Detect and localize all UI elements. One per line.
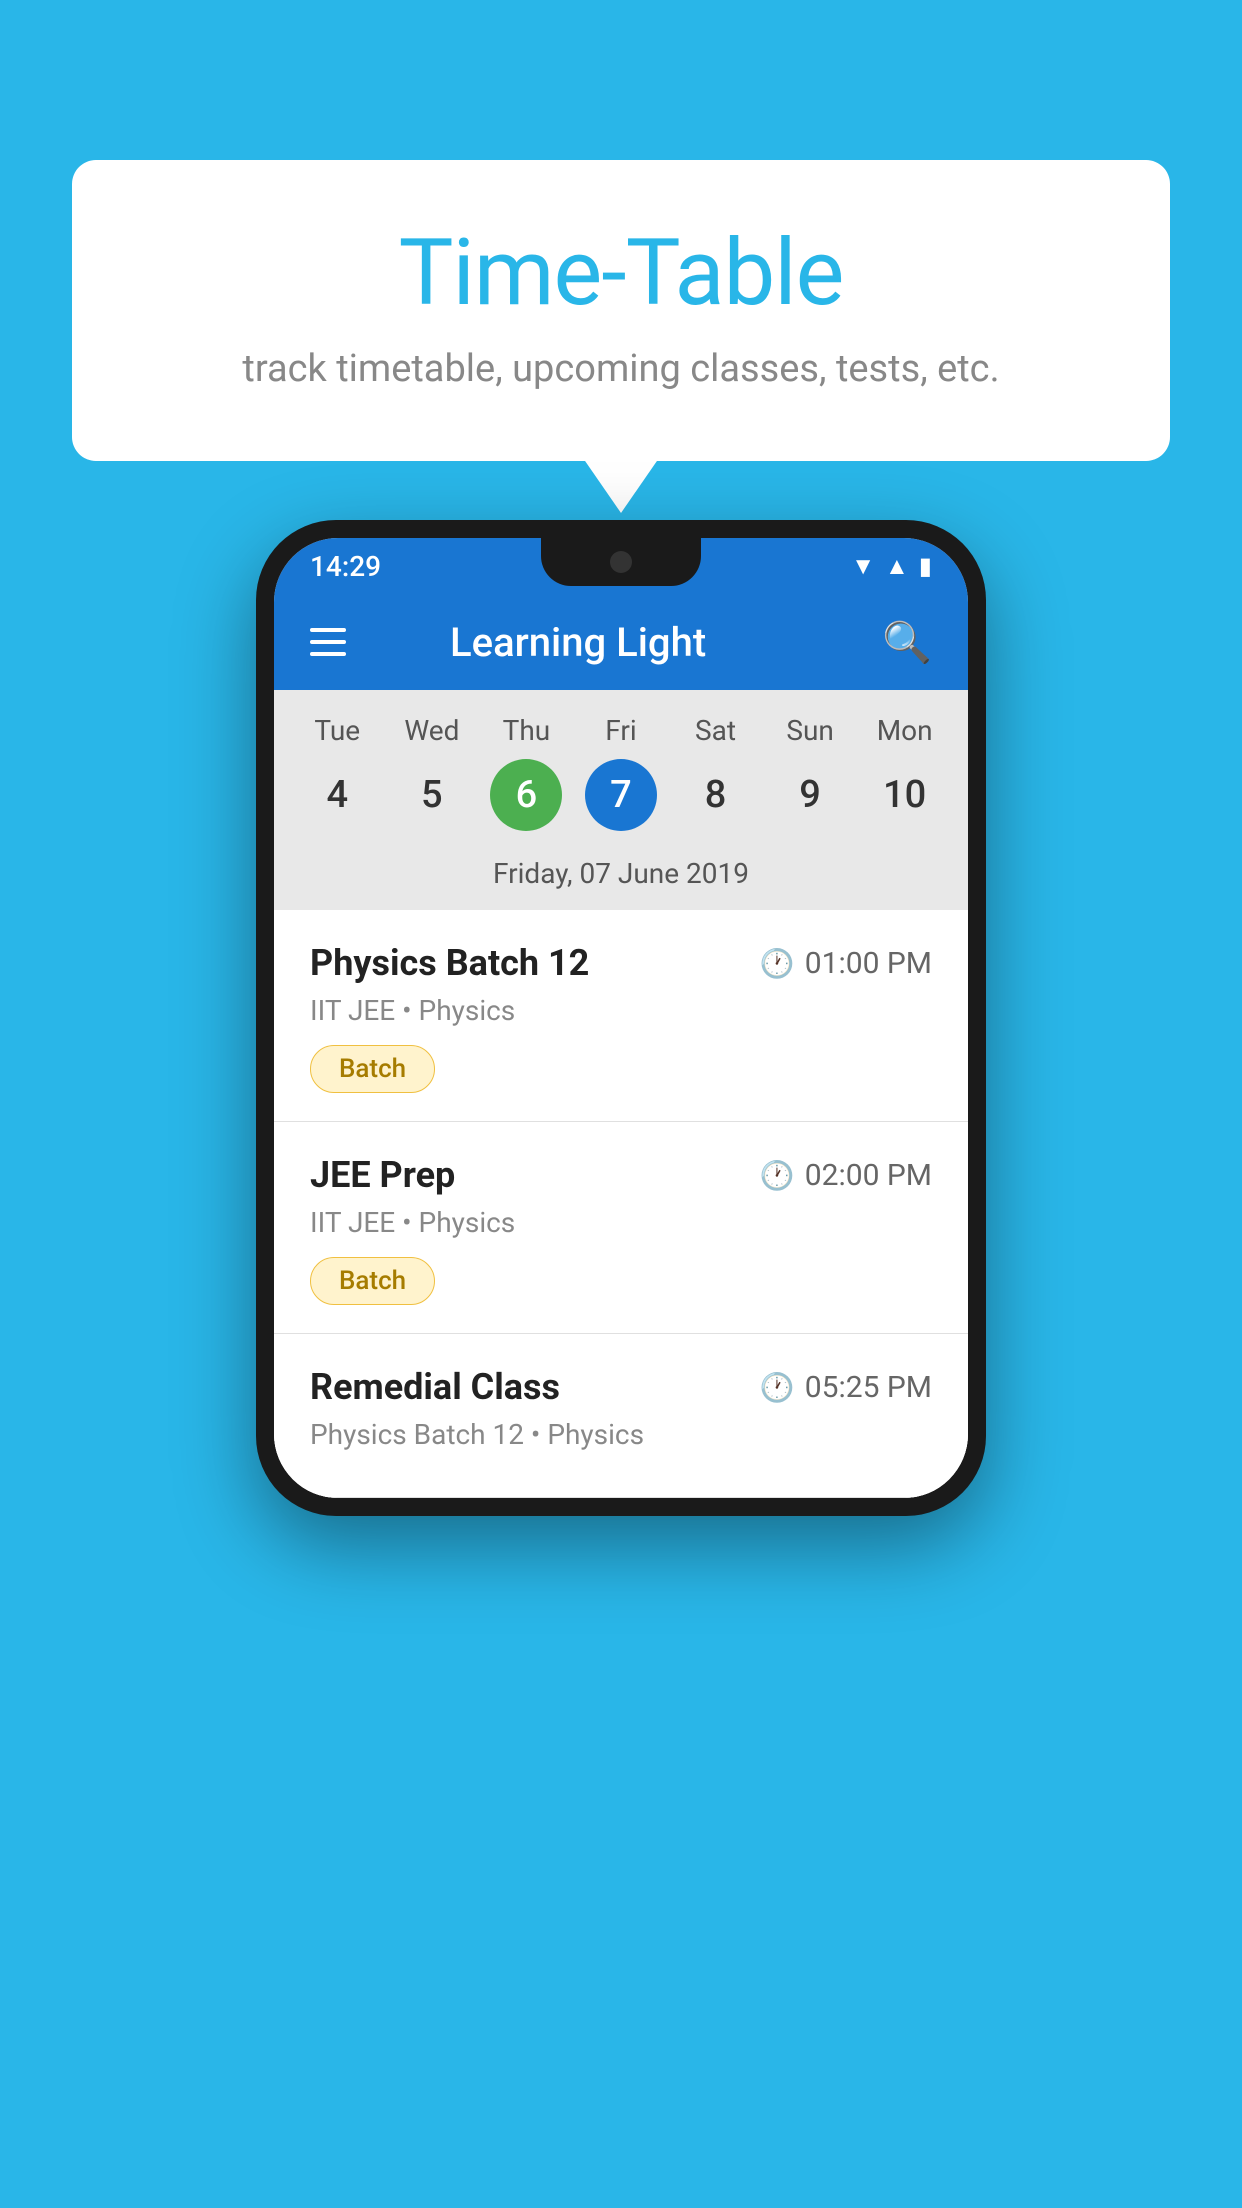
day-col[interactable]: Thu 6 — [482, 714, 570, 831]
batch-badge: Batch — [310, 1257, 435, 1305]
clock-icon: 🕐 — [760, 1371, 795, 1404]
day-number[interactable]: 10 — [869, 759, 941, 831]
day-col[interactable]: Mon 10 — [861, 714, 949, 831]
schedule-item-header: JEE Prep 🕐02:00 PM — [310, 1154, 932, 1196]
batch-badge: Batch — [310, 1045, 435, 1093]
day-name: Tue — [314, 714, 360, 747]
day-col[interactable]: Sun 9 — [766, 714, 854, 831]
day-number[interactable]: 6 — [490, 759, 562, 831]
search-icon[interactable]: 🔍 — [882, 619, 932, 666]
day-name: Mon — [877, 714, 933, 747]
schedule-subtitle: Physics Batch 12 • Physics — [310, 1418, 932, 1451]
schedule-time: 🕐05:25 PM — [760, 1370, 932, 1405]
day-col[interactable]: Fri 7 — [577, 714, 665, 831]
hamburger-menu-icon[interactable] — [310, 628, 346, 656]
status-time: 14:29 — [310, 550, 381, 583]
schedule-list: Physics Batch 12 🕐01:00 PM IIT JEE • Physi… — [274, 910, 968, 1498]
day-name: Thu — [503, 714, 551, 747]
schedule-item[interactable]: Remedial Class 🕐05:25 PM Physics Batch 12 … — [274, 1334, 968, 1498]
status-icons: ▼ ▲ ▮ — [851, 552, 932, 581]
bubble-subtitle: track timetable, upcoming classes, tests… — [122, 347, 1120, 391]
schedule-item[interactable]: JEE Prep 🕐02:00 PM IIT JEE • Physics Batch — [274, 1122, 968, 1334]
signal-icon: ▲ — [885, 552, 909, 581]
schedule-time: 🕐01:00 PM — [760, 946, 932, 981]
day-name: Sat — [695, 714, 736, 747]
phone-notch — [541, 538, 701, 586]
selected-date-label: Friday, 07 June 2019 — [274, 843, 968, 910]
calendar-section: Tue 4 Wed 5 Thu 6 Fri 7 Sat 8 Sun 9 Mon 10 Friday, 07… — [274, 690, 968, 910]
schedule-subtitle: IIT JEE • Physics — [310, 994, 932, 1027]
day-number[interactable]: 4 — [301, 759, 373, 831]
clock-icon: 🕐 — [760, 947, 795, 980]
day-number[interactable]: 5 — [396, 759, 468, 831]
camera-dot — [610, 551, 632, 573]
battery-icon: ▮ — [919, 552, 932, 580]
day-number[interactable]: 7 — [585, 759, 657, 831]
schedule-title: Physics Batch 12 — [310, 942, 589, 984]
schedule-time: 🕐02:00 PM — [760, 1158, 932, 1193]
schedule-title: JEE Prep — [310, 1154, 455, 1196]
app-bar: Learning Light 🔍 — [274, 594, 968, 690]
schedule-title: Remedial Class — [310, 1366, 560, 1408]
app-title: Learning Light — [382, 619, 774, 666]
day-number[interactable]: 8 — [680, 759, 752, 831]
wifi-icon: ▼ — [851, 552, 875, 581]
speech-bubble: Time-Table track timetable, upcoming cla… — [72, 160, 1170, 461]
schedule-subtitle: IIT JEE • Physics — [310, 1206, 932, 1239]
schedule-item-header: Remedial Class 🕐05:25 PM — [310, 1366, 932, 1408]
day-col[interactable]: Tue 4 — [293, 714, 381, 831]
day-col[interactable]: Wed 5 — [388, 714, 476, 831]
phone-screen: 14:29 ▼ ▲ ▮ Learning Light 🔍 — [274, 538, 968, 1498]
day-number[interactable]: 9 — [774, 759, 846, 831]
day-name: Sun — [786, 714, 834, 747]
schedule-item-header: Physics Batch 12 🕐01:00 PM — [310, 942, 932, 984]
day-col[interactable]: Sat 8 — [672, 714, 760, 831]
days-row: Tue 4 Wed 5 Thu 6 Fri 7 Sat 8 Sun 9 Mon 10 — [274, 714, 968, 843]
phone-frame: 14:29 ▼ ▲ ▮ Learning Light 🔍 — [256, 520, 986, 1516]
bubble-title: Time-Table — [122, 220, 1120, 327]
phone-mockup: 14:29 ▼ ▲ ▮ Learning Light 🔍 — [256, 520, 986, 1516]
day-name: Fri — [605, 714, 636, 747]
clock-icon: 🕐 — [760, 1159, 795, 1192]
day-name: Wed — [404, 714, 459, 747]
schedule-item[interactable]: Physics Batch 12 🕐01:00 PM IIT JEE • Physi… — [274, 910, 968, 1122]
